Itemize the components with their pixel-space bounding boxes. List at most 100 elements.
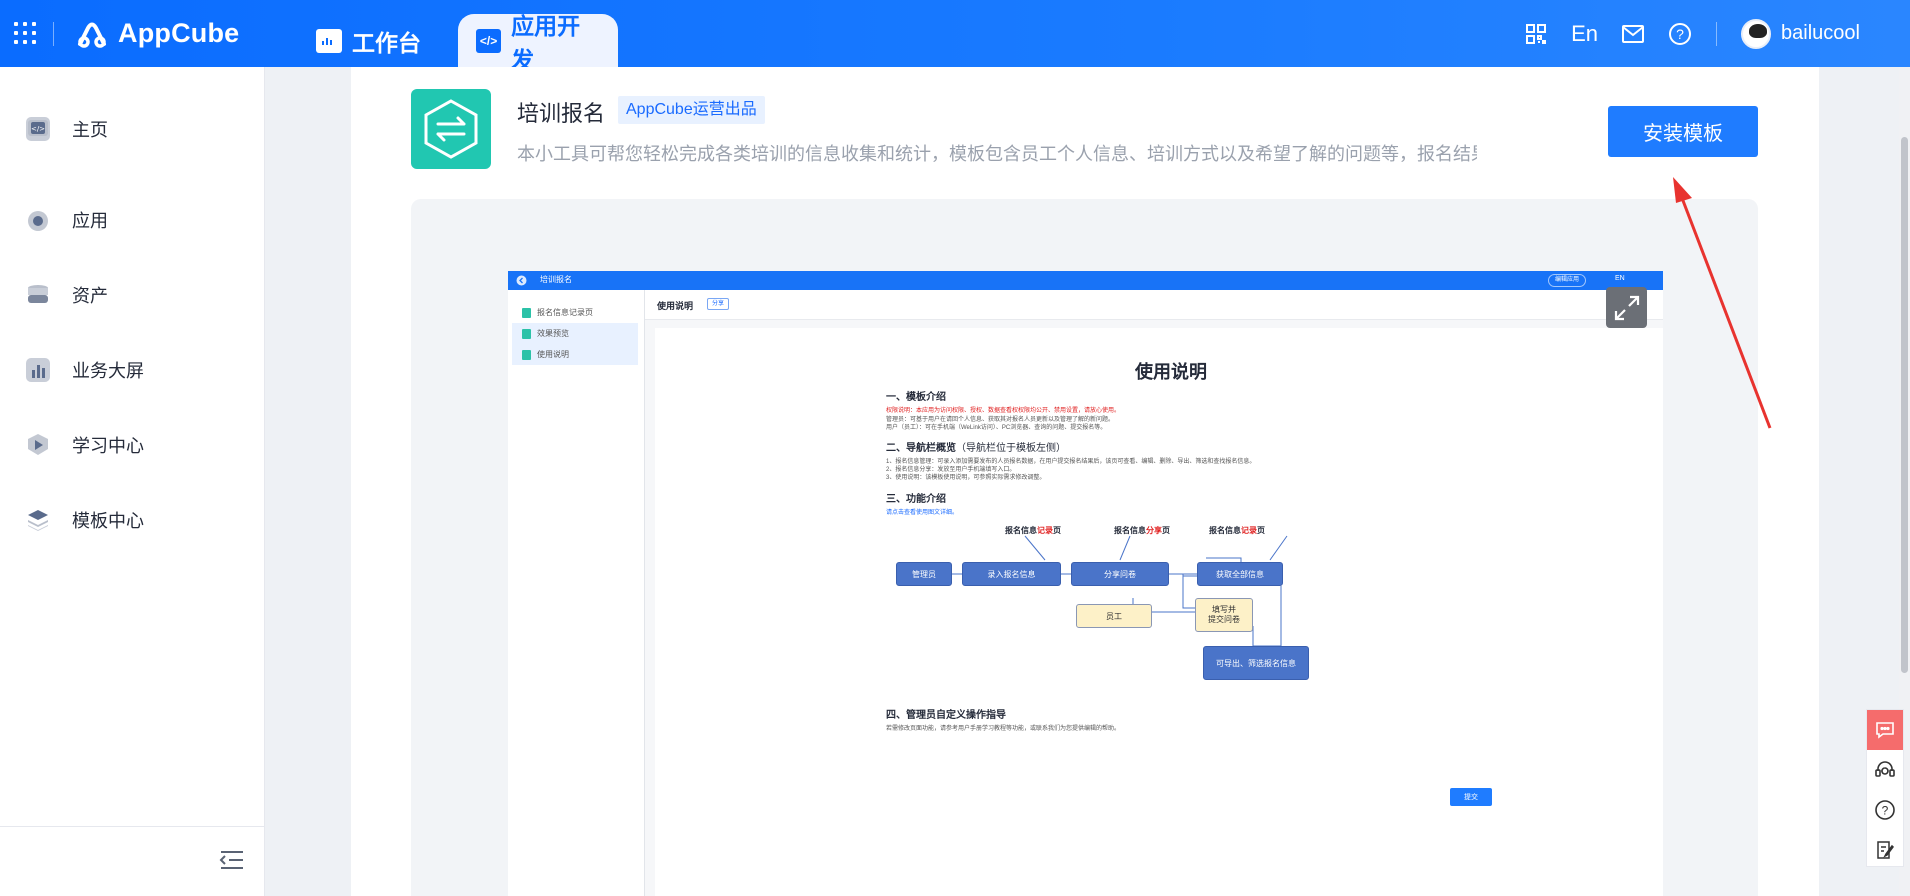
mail-icon[interactable]: [1622, 24, 1645, 43]
appcube-logo[interactable]: AppCube: [74, 16, 239, 50]
username: bailucool: [1781, 22, 1860, 44]
svg-text:</>: </>: [31, 125, 45, 133]
flow-label-emphasis: 记录: [1037, 526, 1053, 535]
top-right-tools: En ? bailucool: [1501, 0, 1910, 67]
flow-label: 报名信息分享页: [1114, 525, 1170, 536]
flow-label-text: 页: [1257, 526, 1265, 535]
preview-lang: EN: [1615, 275, 1625, 282]
preview-sidebar: 报名信息记录页 效果预览 使用说明: [508, 290, 645, 896]
sidebar-item-label: 主页: [72, 120, 108, 140]
flow-node-text: 提交问卷: [1208, 615, 1240, 624]
layers-icon: [26, 508, 50, 532]
bar-chart-icon: [26, 358, 50, 382]
floating-toolbar: ?: [1866, 709, 1904, 867]
preview-share-tag: 分享: [707, 298, 730, 310]
flow-node-fetch: 获取全部信息: [1197, 562, 1283, 586]
help-button[interactable]: ?: [1867, 790, 1903, 830]
divider: [1716, 21, 1718, 46]
svg-text:?: ?: [1882, 804, 1889, 818]
feedback-chat-icon: [1876, 722, 1894, 739]
flow-node-text: 填写并: [1212, 605, 1236, 614]
flowchart-connectors: [952, 535, 1288, 647]
sidebar-item-label: 应用: [72, 211, 108, 231]
appcube-logo-icon: [78, 22, 106, 48]
code-icon: </>: [476, 28, 502, 53]
page-icon: [522, 307, 531, 318]
preview-app-title: 培训报名: [540, 275, 572, 284]
flow-node-share: 分享问卷: [1071, 562, 1169, 586]
install-template-button[interactable]: 安装模板: [1608, 106, 1758, 157]
qrcode-icon[interactable]: [1525, 23, 1547, 45]
top-navigation-bar: AppCube 工作台 </> 应用开发 En ? bailucool: [0, 0, 1910, 73]
language-switch[interactable]: En: [1571, 21, 1598, 47]
exchange-icon: [424, 99, 478, 159]
flow-node-export: 可导出、筛选报名信息: [1203, 646, 1309, 680]
app-cube-icon: [26, 208, 50, 232]
sidebar-item-templates[interactable]: 模板中心: [26, 505, 144, 535]
flow-node-fill: 填写并 提交问卷: [1195, 598, 1253, 632]
app-grid-icon[interactable]: [14, 22, 36, 44]
fullscreen-button[interactable]: [1606, 287, 1647, 328]
sidebar: </> 主页 应用 资产 业务大屏 学习中心 模板中心: [0, 67, 265, 896]
flow-node-input: 录入报名信息: [962, 562, 1061, 586]
notes-button[interactable]: [1867, 830, 1903, 870]
template-title: 培训报名: [517, 101, 606, 126]
divider: [53, 22, 54, 46]
tab-label: 应用开发: [511, 12, 581, 73]
preview-side-label: 使用说明: [537, 350, 569, 359]
preview-side-label: 效果预览: [537, 329, 569, 338]
sidebar-footer: [0, 826, 265, 896]
customer-service-button[interactable]: [1867, 750, 1903, 790]
edit-note-icon: [1877, 841, 1894, 859]
flow-label: 报名信息记录页: [1005, 525, 1061, 536]
preview-side-item: 使用说明: [512, 344, 638, 365]
tab-workbench[interactable]: 工作台: [300, 14, 437, 67]
preview-page-header: 使用说明 分享: [645, 290, 1663, 320]
learning-play-icon: [26, 433, 50, 457]
help-icon[interactable]: ?: [1668, 22, 1692, 46]
tab-label: 工作台: [352, 29, 421, 56]
flow-label-emphasis: 分享: [1146, 526, 1162, 535]
flow-label-text: 报名信息: [1114, 526, 1146, 535]
template-description: 本小工具可帮您轻松完成各类培训的信息收集和统计，模板包含员工个人信息、培训方式以…: [517, 144, 1477, 164]
publisher-badge: AppCube运营出品: [618, 96, 765, 124]
sidebar-item-learning[interactable]: 学习中心: [26, 430, 144, 460]
user-menu[interactable]: bailucool: [1741, 18, 1860, 49]
sidebar-item-label: 学习中心: [72, 436, 144, 456]
collapse-menu-icon[interactable]: [219, 849, 245, 873]
app-name: AppCube: [118, 17, 240, 48]
doc-section-heading: 四、管理员自定义操作指导: [886, 710, 1006, 721]
flow-node-staff: 员工: [1076, 604, 1152, 628]
preview-side-item: 报名信息记录页: [512, 302, 638, 323]
flow-label-text: 页: [1162, 526, 1170, 535]
doc-text: 若需修改页面功能，请参考用户手册学习教程等功能，或联系我们为您提供编辑的帮助。: [886, 726, 1121, 732]
flow-label-text: 页: [1053, 526, 1061, 535]
expand-icon: [1614, 295, 1639, 320]
sidebar-item-home[interactable]: </> 主页: [26, 114, 108, 144]
sidebar-item-dashboard[interactable]: 业务大屏: [26, 355, 144, 385]
customer-service-icon: [1875, 761, 1895, 777]
tab-app-development[interactable]: </> 应用开发: [458, 13, 618, 73]
sidebar-item-assets[interactable]: 资产: [26, 280, 108, 310]
database-icon: [26, 283, 50, 307]
flow-label: 报名信息记录页: [1209, 525, 1265, 536]
monitor-icon: [316, 28, 342, 53]
template-preview-image: 培训报名 编辑应用 EN 报名信息记录页 效果预览 使用说明 使用说明 分享 使…: [508, 271, 1663, 896]
flow-label-text: 报名信息: [1005, 526, 1037, 535]
feedback-button[interactable]: [1867, 710, 1903, 750]
preview-page-title: 使用说明: [657, 301, 694, 311]
svg-text:?: ?: [1676, 26, 1684, 42]
page-icon: [522, 328, 531, 339]
preview-edit-button: 编辑应用: [1548, 274, 1587, 287]
flow-label-emphasis: 记录: [1241, 526, 1257, 535]
sidebar-item-label: 资产: [72, 286, 108, 306]
preview-document: 使用说明 一、模板介绍 权限说明：本应用为访问权限、授权、数据查看权权限均公开、…: [655, 328, 1663, 896]
sidebar-item-label: 模板中心: [72, 511, 144, 531]
scrollbar-thumb[interactable]: [1901, 137, 1908, 673]
preview-topbar: 培训报名 编辑应用 EN: [508, 271, 1663, 290]
flow-label-text: 报名信息: [1209, 526, 1241, 535]
avatar: [1741, 18, 1772, 49]
home-code-icon: </>: [26, 117, 50, 141]
sidebar-item-apps[interactable]: 应用: [26, 205, 108, 235]
sidebar-item-label: 业务大屏: [72, 361, 144, 381]
